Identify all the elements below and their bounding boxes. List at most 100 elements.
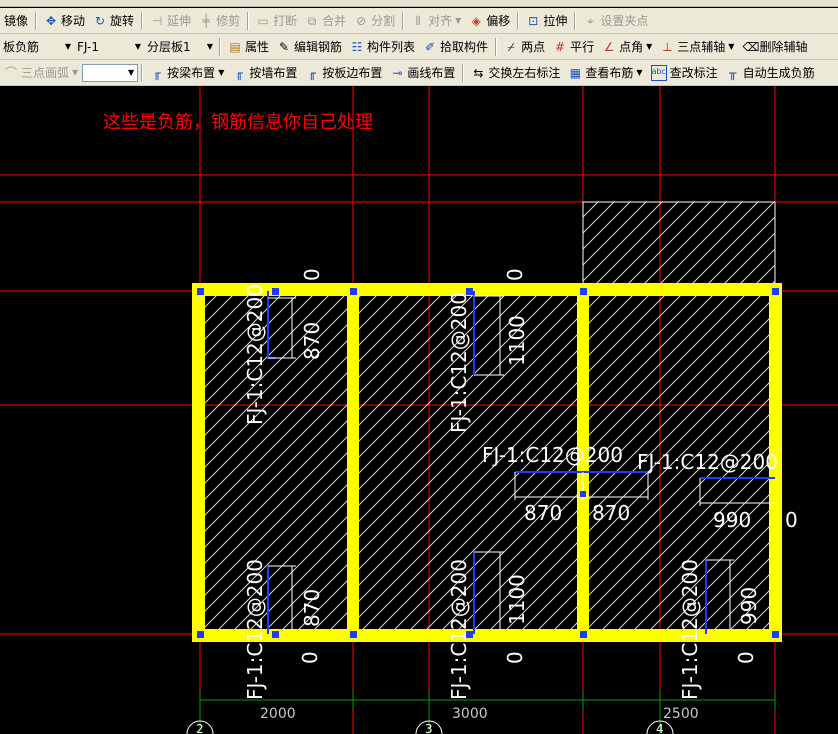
split-label: 分割 [371, 14, 396, 28]
layer-value: 分层板1 [147, 40, 191, 54]
component-list-button[interactable]: ☷ 构件列表 [346, 36, 419, 58]
three-point-axis-icon: ⟂ [663, 39, 672, 54]
arc-value-select[interactable]: ▼ [82, 63, 139, 82]
beam-top[interactable] [192, 283, 782, 296]
property-icon: ▤ [229, 39, 241, 54]
split-button[interactable]: ⊘ 分割 [350, 10, 399, 32]
chevron-down-icon: ▼ [64, 42, 71, 51]
draw-line-button[interactable]: ⊸ 画线布置 [386, 62, 459, 84]
set-grip-label: 设置夹点 [600, 14, 649, 28]
property-button[interactable]: ▤ 属性 [224, 36, 273, 58]
move-button[interactable]: ✥ 移动 [40, 10, 89, 32]
arc-icon: ⌒ [4, 65, 17, 80]
component-select[interactable]: FJ-1 ▼ [74, 37, 144, 56]
property-label: 属性 [245, 40, 270, 54]
beam-mid-1[interactable] [347, 283, 359, 642]
two-points-button[interactable]: ⌿ 两点 [500, 36, 549, 58]
check-labels-button[interactable]: abc 查改标注 [647, 62, 722, 84]
pick-component-button[interactable]: ✐ 拾取构件 [419, 36, 492, 58]
by-slab-edge-label: 按板边布置 [322, 66, 383, 80]
two-points-label: 两点 [521, 40, 546, 54]
trim-button[interactable]: ╪ 修剪 [195, 10, 244, 32]
rebar-label-bottom-mid[interactable]: FJ-1:C12@200 [447, 559, 471, 700]
delete-axis-button[interactable]: ⌫ 删除辅轴 [738, 36, 811, 58]
toolbar-separator [141, 63, 144, 82]
dim-l2: 1100 [505, 315, 529, 366]
rebar-label-bottom-right[interactable]: FJ-1:C12@200 [678, 559, 702, 700]
check-labels-label: 查改标注 [669, 66, 718, 80]
category-select[interactable]: 板负筋 ▼ [0, 37, 74, 56]
three-point-arc-button[interactable]: ⌒ 三点画弧 ▼ [0, 62, 82, 84]
stretch-button[interactable]: ⊡ 拉伸 [522, 10, 571, 32]
split-icon: ⊘ [356, 13, 367, 28]
align-label: 对齐 [428, 14, 453, 28]
toolbar-separator [495, 37, 498, 56]
chevron-down-icon: ▼ [455, 16, 462, 25]
axis-bubble-1: 2 [196, 722, 204, 734]
view-layout-button[interactable]: ▦ 查看布筋 ▼ [564, 62, 646, 84]
layer-select[interactable]: 分层板1 ▼ [144, 37, 216, 56]
axis-bubble-2: 3 [425, 722, 433, 734]
parallel-icon: # [555, 39, 566, 54]
delete-axis-label: 删除辅轴 [759, 40, 808, 54]
chevron-down-icon: ▼ [636, 68, 643, 77]
toolbar-separator [247, 11, 250, 30]
merge-button[interactable]: ⧉ 合并 [301, 10, 350, 32]
rotate-label: 旋转 [110, 14, 135, 28]
axis-span-3: 2500 [663, 706, 699, 722]
three-point-arc-label: 三点画弧 [21, 66, 70, 80]
dim-l5: 990 [737, 587, 761, 625]
line-icon: ⊸ [392, 65, 403, 80]
offset-button[interactable]: ◈ 偏移 [465, 10, 514, 32]
offset-label: 偏移 [486, 14, 511, 28]
draw-line-label: 画线布置 [407, 66, 456, 80]
rebar-label-top-mid[interactable]: FJ-1:C12@200 [447, 292, 471, 433]
mirror-button[interactable]: 镜像 [0, 10, 32, 32]
rebar-label-top-left[interactable]: FJ-1:C12@200 [243, 284, 267, 425]
toolbar-separator [574, 11, 577, 30]
rebar-label-horizontal-right[interactable]: FJ-1:C12@200 [637, 450, 778, 474]
set-grip-button[interactable]: ⌖ 设置夹点 [579, 10, 652, 32]
extend-label: 延伸 [167, 14, 192, 28]
dim-bottom-zero-1: 0 [298, 651, 322, 664]
two-points-icon: ⌿ [507, 39, 515, 54]
align-icon: ⫴ [415, 13, 421, 28]
three-point-axis-button[interactable]: ⟂ 三点辅轴 ▼ [656, 36, 738, 58]
toolbar-separator [517, 11, 520, 30]
chevron-down-icon: ▼ [128, 68, 135, 77]
by-beam-button[interactable]: ╓ 按梁布置 ▼ [146, 62, 228, 84]
rotate-icon: ↻ [95, 13, 106, 28]
parallel-button[interactable]: # 平行 [549, 36, 598, 58]
extend-button[interactable]: ⊣ 延伸 [146, 10, 195, 32]
point-angle-icon: ∠ [603, 39, 615, 54]
dim-h-right: 870 [592, 501, 630, 525]
chevron-down-icon: ▼ [72, 68, 79, 77]
swap-labels-button[interactable]: ⇆ 交换左右标注 [467, 62, 564, 84]
stretch-icon: ⊡ [528, 13, 539, 28]
rebar-label-horizontal-mid[interactable]: FJ-1:C12@200 [482, 443, 623, 467]
beam-left[interactable] [192, 283, 205, 642]
toolbar-separator [219, 37, 221, 56]
mirror-label: 镜像 [4, 14, 29, 28]
list-icon: ☷ [351, 39, 363, 54]
grid-view-icon: ▦ [569, 65, 582, 80]
point-angle-button[interactable]: ∠ 点角 ▼ [598, 36, 656, 58]
component-list-label: 构件列表 [367, 40, 416, 54]
align-dropdown[interactable]: ⫴ 对齐 ▼ [407, 10, 465, 32]
rotate-button[interactable]: ↻ 旋转 [89, 10, 138, 32]
edit-rebar-button[interactable]: ✎ 编辑钢筋 [273, 36, 346, 58]
view-layout-label: 查看布筋 [585, 66, 634, 80]
rebar-label-bottom-left[interactable]: FJ-1:C12@200 [243, 559, 267, 700]
trim-icon: ╪ [202, 13, 210, 28]
by-wall-button[interactable]: ╓ 按墙布置 [228, 62, 301, 84]
break-label: 打断 [273, 14, 298, 28]
by-slab-edge-button[interactable]: ╓ 按板边布置 [301, 62, 386, 84]
chevron-down-icon: ▼ [206, 42, 213, 51]
dim-l3: 870 [300, 589, 324, 627]
beam-layout-icon: ╓ [153, 65, 161, 80]
auto-generate-button[interactable]: ╥ 自动生成负筋 [722, 62, 819, 84]
drawing-canvas[interactable]: 这些是负筋，钢筋信息你自己处理 FJ-1:C12@200 FJ-1:C12@20… [0, 86, 838, 734]
merge-icon: ⧉ [307, 13, 317, 28]
by-beam-label: 按梁布置 [167, 66, 216, 80]
break-button[interactable]: ▭ 打断 [252, 10, 301, 32]
